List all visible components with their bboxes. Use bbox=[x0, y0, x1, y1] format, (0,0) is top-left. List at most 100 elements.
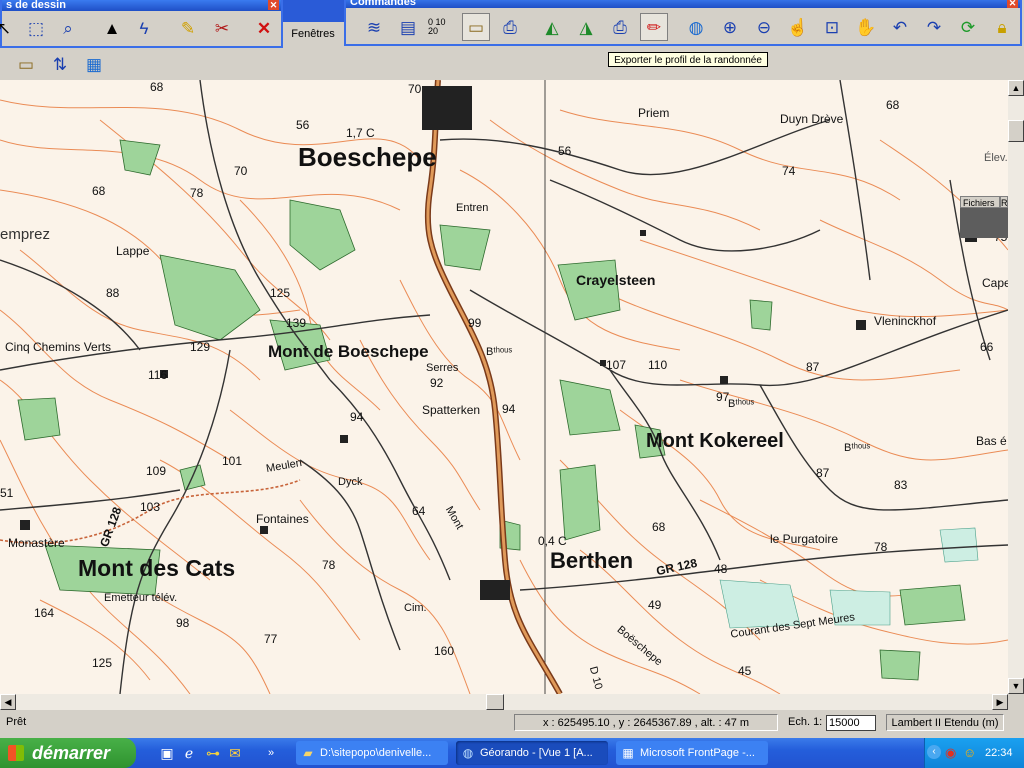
place-wemprez: emprez bbox=[0, 226, 51, 243]
select-rect-icon[interactable]: ⬚ bbox=[22, 14, 50, 42]
scissors-icon[interactable]: ✂ bbox=[208, 14, 236, 42]
terrain-icon[interactable]: ◮ bbox=[572, 13, 600, 41]
map-image-icon[interactable]: ▲ bbox=[98, 14, 126, 42]
elevation-label: 68 bbox=[886, 98, 900, 112]
internet-explorer-icon[interactable]: ℯ bbox=[180, 744, 198, 762]
taskbar-item-label: Géorando - [Vue 1 [A... bbox=[480, 747, 593, 759]
place-bas: Bas é bbox=[976, 434, 1007, 448]
scroll-down-icon[interactable]: ▼ bbox=[1008, 678, 1024, 694]
show-desktop-icon[interactable]: ▣ bbox=[158, 744, 176, 762]
network-tool-icon[interactable]: ⊶ bbox=[204, 744, 222, 762]
pointer-hand-icon[interactable]: ☝ bbox=[784, 13, 812, 41]
ruler-icon[interactable]: ▭ bbox=[462, 13, 490, 41]
lock-icon[interactable]: 🔒︎ bbox=[988, 13, 1016, 41]
undo-icon[interactable]: ↶ bbox=[886, 13, 914, 41]
topographic-map[interactable]: Boeschepe Mont de Boeschepe Mont des Cat… bbox=[0, 80, 1008, 694]
place-bhous-a: Bᵗʰᵒᵘˢ bbox=[486, 346, 513, 358]
elevation-label: 87 bbox=[816, 466, 830, 480]
elevation-label: 94 bbox=[350, 410, 364, 424]
elevation-label: 49 bbox=[648, 598, 662, 612]
place-fontaines: Fontaines bbox=[256, 512, 309, 526]
mail-icon[interactable]: ✉ bbox=[226, 744, 244, 762]
elevation-label: 74 bbox=[782, 164, 796, 178]
layers-icon[interactable]: ≋ bbox=[360, 13, 388, 41]
elevation-label: 103 bbox=[140, 500, 161, 514]
commands-palette-title: Commandes bbox=[346, 0, 1020, 8]
elevation-label: 56 bbox=[296, 118, 310, 132]
zoom-rect-icon[interactable]: ⊡ bbox=[818, 13, 846, 41]
measure-ruler-icon[interactable]: ▭ bbox=[12, 50, 40, 78]
place-monastere: Monastère bbox=[8, 536, 65, 550]
profile-arrows-icon[interactable]: ⇅ bbox=[46, 50, 74, 78]
zoom-out-icon[interactable]: ⊖ bbox=[750, 13, 778, 41]
quicklaunch-more-icon[interactable]: » bbox=[262, 744, 280, 762]
elevation-label: 70 bbox=[234, 164, 248, 178]
place-mont-des-cats: Mont des Cats bbox=[78, 555, 236, 581]
scale-input[interactable] bbox=[826, 715, 876, 731]
menu-fenetres[interactable]: Fenêtres bbox=[282, 22, 344, 46]
tray-app-icon[interactable]: ◉ bbox=[945, 745, 956, 761]
export-profile-icon[interactable]: ✏ bbox=[640, 13, 668, 41]
clock: 22:34 bbox=[985, 747, 1013, 759]
elevation-label: 99 bbox=[468, 316, 482, 330]
document-icon[interactable]: ▤ bbox=[394, 13, 422, 41]
tab-re[interactable]: Ré bbox=[1000, 196, 1013, 208]
taskbar-item-folder[interactable]: ▰ D:\sitepopo\denivelle... bbox=[296, 741, 448, 765]
select-zoom-icon[interactable]: ⌕ bbox=[54, 14, 82, 42]
elevation-label: 83 bbox=[894, 478, 908, 492]
place-cim: Cim. bbox=[404, 602, 427, 614]
tab-fichiers[interactable]: Fichiers bbox=[960, 196, 1000, 208]
place-duyn-dreve: Duyn Drève bbox=[780, 112, 844, 126]
elevation-label: 139 bbox=[286, 316, 307, 330]
redo-icon[interactable]: ↷ bbox=[920, 13, 948, 41]
scroll-corner bbox=[1008, 694, 1024, 710]
elevation-label: 97 bbox=[716, 390, 730, 404]
place-bhous-b: Bᵗʰᵒᵘˢ bbox=[728, 398, 755, 410]
elevation-label: 68 bbox=[92, 184, 106, 198]
horizontal-scrollbar[interactable]: ◀ ▶ bbox=[0, 694, 1008, 710]
taskbar-item-georando[interactable]: ◍ Géorando - [Vue 1 [A... bbox=[456, 741, 608, 765]
taskbar-item-frontpage[interactable]: ▦ Microsoft FrontPage -... bbox=[616, 741, 768, 765]
printer-icon[interactable]: ⎙ bbox=[496, 13, 524, 41]
gps-icon[interactable]: ▦ bbox=[80, 50, 108, 78]
elevation-label: 70 bbox=[408, 82, 422, 96]
vertical-scrollbar[interactable]: ▲ ▼ bbox=[1008, 80, 1024, 694]
place-berthen: Berthen bbox=[550, 548, 634, 573]
place-spatterken: Spatterken bbox=[422, 403, 481, 417]
place-bhous-c: Bᵗʰᵒᵘˢ bbox=[844, 442, 871, 454]
commands-palette-close-icon[interactable]: ✕ bbox=[1007, 0, 1018, 8]
place-elev: Élev. bbox=[984, 152, 1008, 164]
scroll-up-icon[interactable]: ▲ bbox=[1008, 80, 1024, 96]
elevation-label: 56 bbox=[558, 144, 572, 158]
pushpin-icon[interactable]: ✎ bbox=[174, 14, 202, 42]
refresh-icon[interactable]: ⟳ bbox=[954, 13, 982, 41]
terrain-profile-icon[interactable]: ◭ bbox=[538, 13, 566, 41]
pan-hand-icon[interactable]: ✋ bbox=[852, 13, 880, 41]
taskbar-item-label: D:\sitepopo\denivelle... bbox=[320, 747, 432, 759]
tray-expand-icon[interactable]: ‹ bbox=[927, 745, 941, 759]
start-button[interactable]: démarrer bbox=[0, 738, 136, 768]
tooltip: Exporter le profil de la randonnée bbox=[608, 52, 768, 67]
horizontal-scroll-thumb[interactable] bbox=[486, 694, 504, 710]
delete-icon[interactable]: ✕ bbox=[250, 14, 278, 42]
elevation-label: 116 bbox=[148, 368, 168, 382]
tray-messenger-icon[interactable]: ☺ bbox=[963, 745, 976, 760]
drawing-palette-close-icon[interactable]: ✕ bbox=[268, 0, 279, 10]
select-arrow-icon[interactable]: ↖ bbox=[0, 14, 18, 42]
polyline-icon[interactable]: ϟ bbox=[130, 14, 158, 42]
print-profile-icon[interactable]: ⎙ bbox=[606, 13, 634, 41]
scale-ruler-icon[interactable]: 0 10 20 bbox=[428, 13, 456, 41]
folder-icon: ▰ bbox=[303, 746, 313, 760]
zoom-in-icon[interactable]: ⊕ bbox=[716, 13, 744, 41]
elevation-label: 66 bbox=[980, 340, 994, 354]
elevation-label: 160 bbox=[434, 644, 455, 658]
vertical-scroll-thumb[interactable] bbox=[1008, 120, 1024, 142]
scroll-left-icon[interactable]: ◀ bbox=[0, 694, 16, 710]
globe-icon[interactable]: ◍ bbox=[682, 13, 710, 41]
scroll-right-icon[interactable]: ▶ bbox=[992, 694, 1008, 710]
georando-app-icon: ◍ bbox=[462, 746, 474, 760]
status-coordinates: x : 625495.10 , y : 2645367.89 , alt. : … bbox=[514, 714, 778, 731]
place-boeschepe: Boeschepe bbox=[298, 142, 437, 172]
status-ready: Prêt bbox=[6, 716, 27, 728]
elevation-label: 78 bbox=[190, 186, 204, 200]
